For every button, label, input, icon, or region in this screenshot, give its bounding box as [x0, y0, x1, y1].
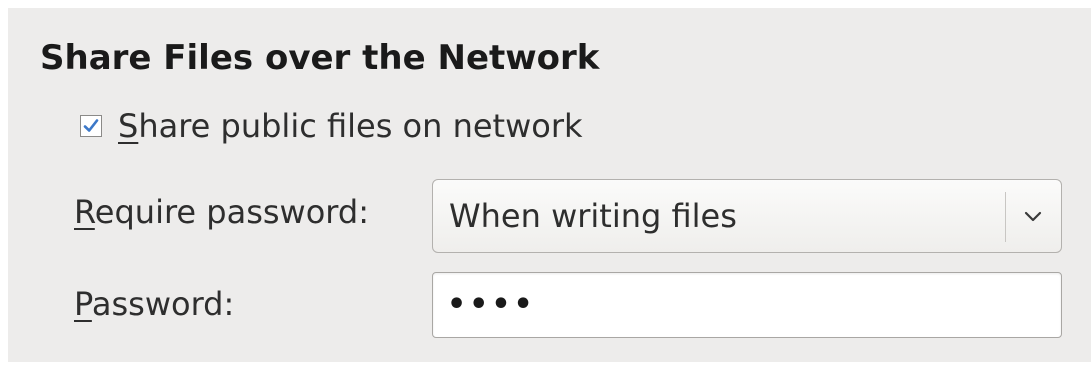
password-field[interactable]: ••••: [432, 272, 1062, 338]
check-icon: [83, 119, 99, 132]
share-public-files-checkbox-row[interactable]: Share public files on network: [80, 104, 583, 148]
password-label: Password:: [74, 285, 235, 323]
share-public-files-label: Share public files on network: [118, 107, 583, 145]
require-password-selected-value: When writing files: [449, 197, 737, 235]
require-password-label: Require password:: [74, 193, 369, 231]
share-files-panel: Share Files over the Network Share publi…: [8, 8, 1091, 362]
dropdown-separator: [1005, 192, 1006, 242]
share-public-files-checkbox[interactable]: [80, 115, 102, 137]
section-title: Share Files over the Network: [40, 38, 600, 78]
mnemonic-r: R: [74, 193, 95, 231]
require-password-dropdown[interactable]: When writing files: [432, 179, 1062, 253]
chevron-down-icon[interactable]: [1021, 206, 1045, 228]
password-masked-value: ••••: [447, 287, 536, 322]
mnemonic-p: P: [74, 285, 92, 323]
mnemonic-s: S: [118, 107, 139, 145]
